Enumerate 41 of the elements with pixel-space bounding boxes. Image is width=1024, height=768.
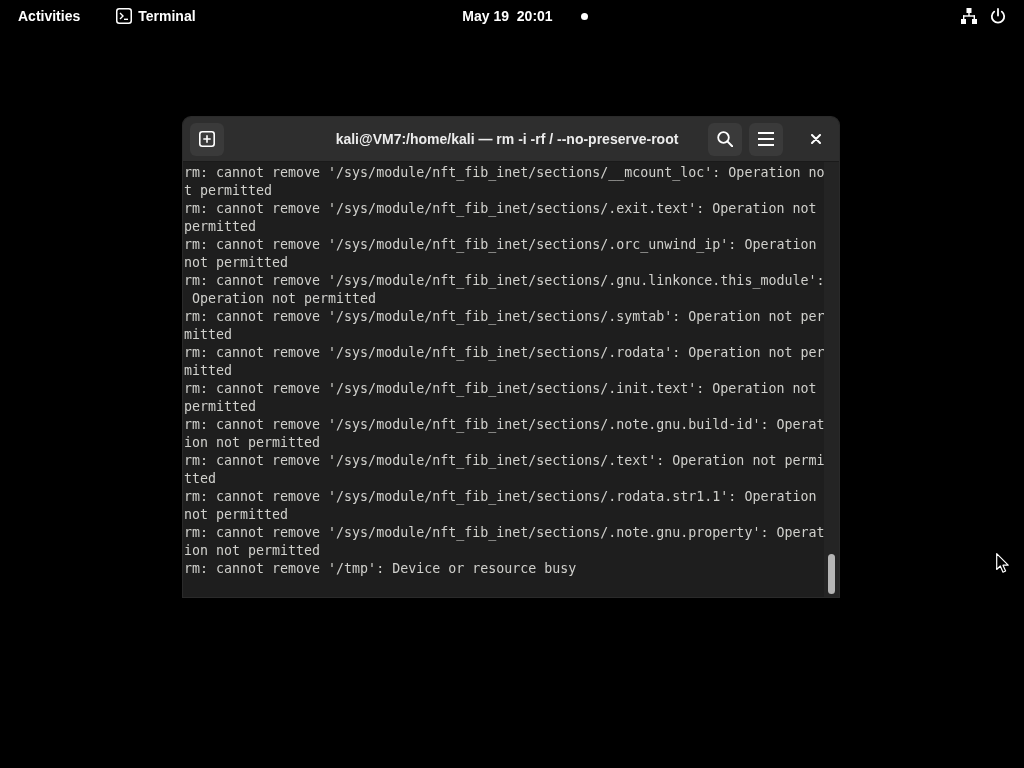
window-title: kali@VM7:/home/kali — rm -i -rf / --no-preserve-root [335,131,680,147]
terminal-line: Operation not permitted [191,290,378,308]
plus-box-icon [199,131,215,147]
new-tab-button[interactable] [190,122,224,156]
terminal-line: tted [184,470,218,488]
terminal-line: rm: cannot remove '/sys/module/nft_fib_inet/sections/.rodata.str1.1': Operation [184,488,818,506]
notification-dot-icon [580,12,588,20]
terminal-line: rm: cannot remove '/sys/module/nft_fib_inet/sections/.symtab': Operation not per [184,308,824,326]
terminal-line: not permitted [184,506,290,524]
close-icon [811,134,821,144]
terminal-line: rm: cannot remove '/sys/module/nft_fib_inet/sections/.note.gnu.property': Operat [184,524,824,542]
terminal-line: mitted [184,362,234,380]
activities-button[interactable]: Activities [10,3,89,29]
terminal-line: rm: cannot remove '/sys/module/nft_fib_inet/sections/.orc_unwind_ip': Operation [184,236,818,254]
clock-button[interactable]: May 19 20:01 [420,3,596,29]
terminal-line: permitted [184,398,258,416]
terminal-line: ion not permitted [184,434,322,452]
terminal-line: t permitted [184,182,274,200]
terminal-line: rm: cannot remove '/sys/module/nft_fib_inet/sections/.note.gnu.build-id': Operat [184,416,824,434]
terminal-line: rm: cannot remove '/sys/module/nft_fib_inet/sections/.exit.text': Operation not [184,200,818,218]
terminal-line: not permitted [184,254,290,272]
terminal-line: rm: cannot remove '/sys/module/nft_fib_inet/sections/.init.text': Operation not [184,380,818,398]
terminal-icon [116,8,133,24]
mouse-pointer-icon [996,553,1009,573]
terminal-line: rm: cannot remove '/sys/module/nft_fib_inet/sections/.gnu.linkonce.this_module': [184,272,824,290]
scrollbar-track[interactable] [824,162,839,597]
terminal-line: rm: cannot remove '/tmp': Device or resource busy [184,560,578,578]
terminal-line: mitted [184,326,234,344]
terminal-line: ion not permitted [184,542,322,560]
network-icon[interactable] [961,8,977,24]
terminal-line: rm: cannot remove '/sys/module/nft_fib_inet/sections/__mcount_loc': Operation no [184,164,824,182]
terminal-line: permitted [184,218,258,236]
menu-button[interactable] [749,122,783,156]
search-button[interactable] [708,122,742,156]
menu-icon [758,132,774,146]
scrollbar-thumb[interactable] [828,554,835,594]
search-icon [717,131,733,147]
terminal-line: rm: cannot remove '/sys/module/nft_fib_inet/sections/.rodata': Operation not per [184,344,824,362]
power-icon[interactable] [990,8,1006,24]
terminal-line: rm: cannot remove '/sys/module/nft_fib_inet/sections/.text': Operation not permi [184,452,824,470]
app-menu-button[interactable]: Terminal [108,3,204,29]
